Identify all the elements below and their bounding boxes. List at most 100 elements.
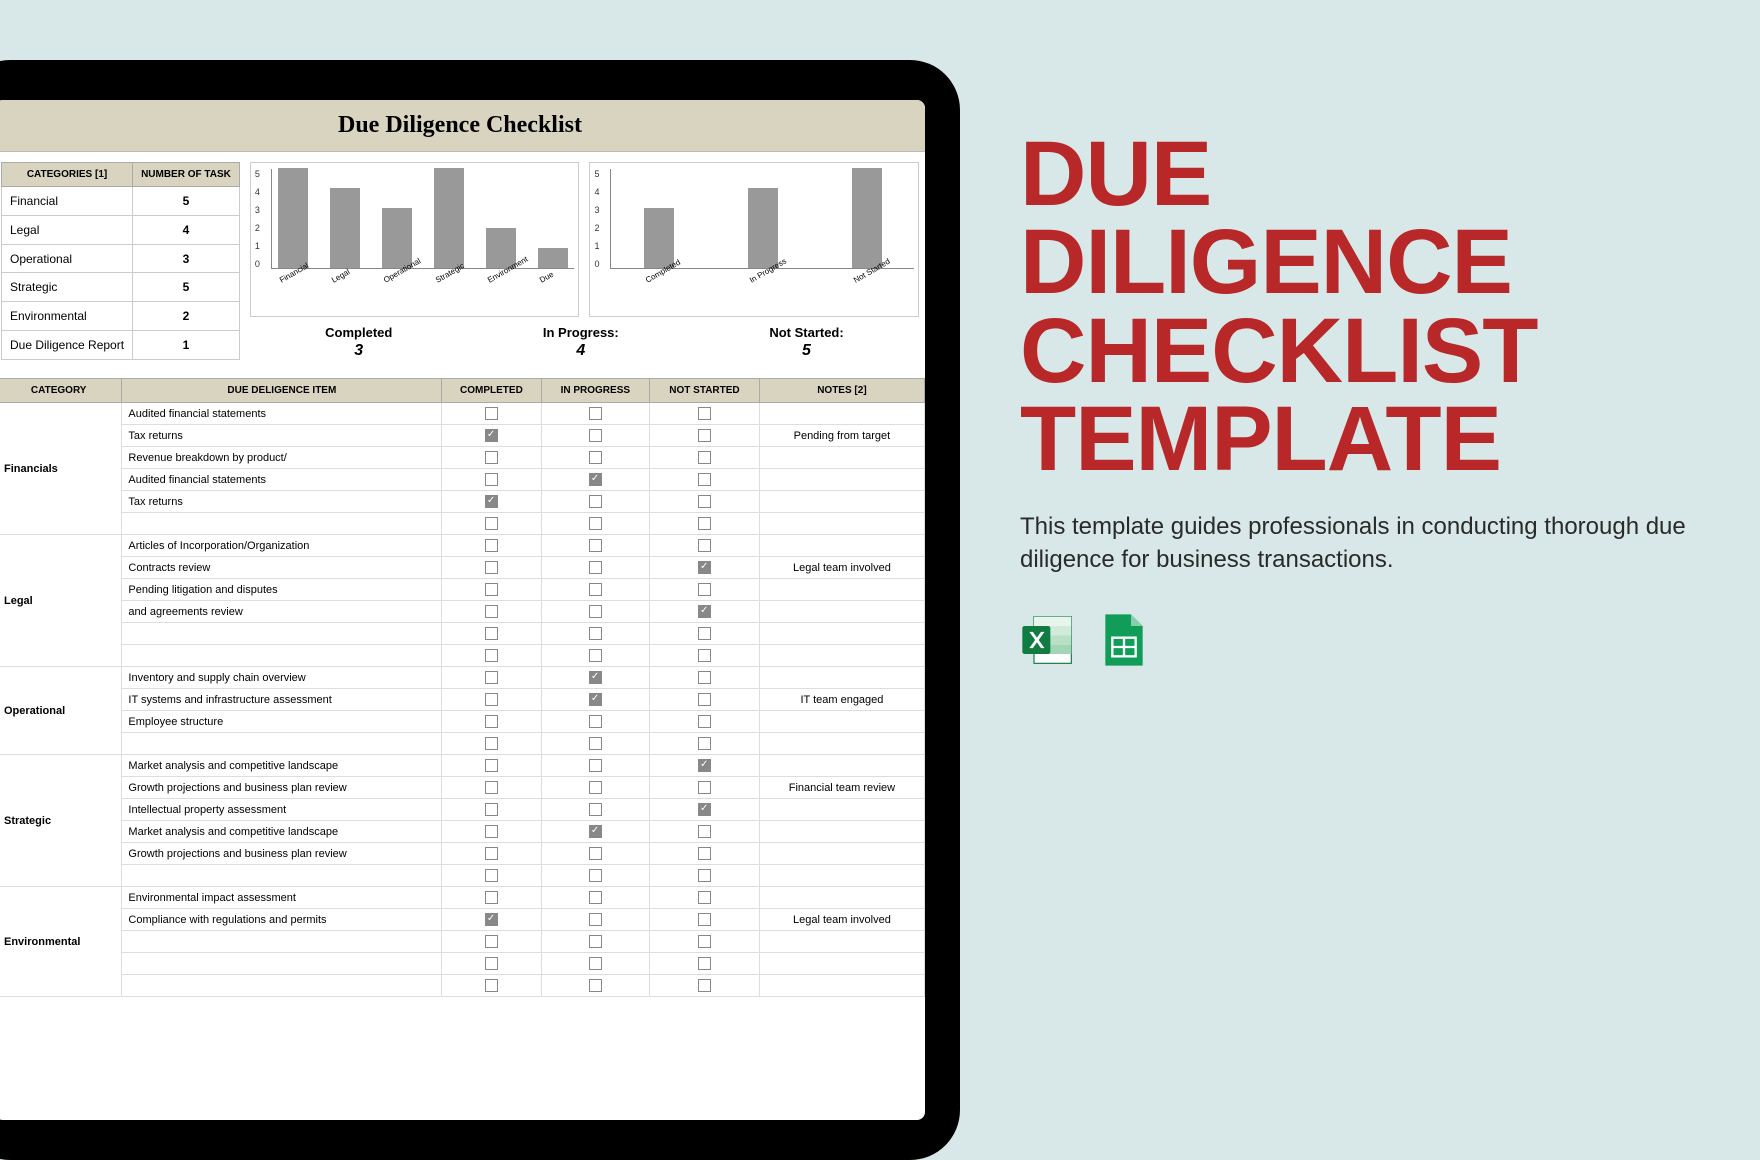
checkbox-cell[interactable] — [650, 425, 760, 447]
checkbox-cell[interactable] — [541, 601, 650, 623]
checkbox[interactable] — [698, 627, 711, 640]
checkbox[interactable] — [485, 891, 498, 904]
checkbox-cell[interactable] — [541, 711, 650, 733]
checkbox[interactable] — [589, 869, 602, 882]
checkbox-cell[interactable] — [541, 491, 650, 513]
checkbox-cell[interactable] — [442, 491, 541, 513]
checkbox[interactable] — [589, 715, 602, 728]
checkbox[interactable] — [698, 957, 711, 970]
checkbox-cell[interactable] — [541, 623, 650, 645]
checkbox[interactable] — [485, 451, 498, 464]
checkbox[interactable] — [698, 671, 711, 684]
checkbox-cell[interactable] — [650, 909, 760, 931]
checkbox-cell[interactable] — [442, 711, 541, 733]
checkbox[interactable] — [485, 561, 498, 574]
checkbox[interactable] — [589, 957, 602, 970]
checkbox-cell[interactable] — [541, 799, 650, 821]
checkbox[interactable] — [485, 495, 498, 508]
checkbox[interactable] — [589, 407, 602, 420]
checkbox[interactable] — [485, 671, 498, 684]
checkbox-cell[interactable] — [442, 931, 541, 953]
checkbox[interactable] — [485, 869, 498, 882]
checkbox-cell[interactable] — [650, 535, 760, 557]
checkbox[interactable] — [485, 605, 498, 618]
checkbox[interactable] — [698, 825, 711, 838]
checkbox[interactable] — [485, 429, 498, 442]
checkbox[interactable] — [698, 649, 711, 662]
checkbox[interactable] — [698, 869, 711, 882]
checkbox-cell[interactable] — [650, 711, 760, 733]
checkbox[interactable] — [485, 759, 498, 772]
checkbox[interactable] — [698, 539, 711, 552]
checkbox-cell[interactable] — [650, 491, 760, 513]
checkbox-cell[interactable] — [541, 667, 650, 689]
checkbox-cell[interactable] — [541, 755, 650, 777]
checkbox[interactable] — [698, 737, 711, 750]
checkbox-cell[interactable] — [650, 513, 760, 535]
checkbox[interactable] — [698, 407, 711, 420]
checkbox-cell[interactable] — [442, 777, 541, 799]
checkbox-cell[interactable] — [650, 975, 760, 997]
checkbox[interactable] — [589, 517, 602, 530]
checkbox-cell[interactable] — [541, 689, 650, 711]
checkbox-cell[interactable] — [650, 799, 760, 821]
checkbox-cell[interactable] — [541, 535, 650, 557]
checkbox[interactable] — [485, 957, 498, 970]
checkbox[interactable] — [485, 517, 498, 530]
checkbox[interactable] — [589, 737, 602, 750]
checkbox-cell[interactable] — [442, 975, 541, 997]
checkbox-cell[interactable] — [541, 513, 650, 535]
checkbox[interactable] — [698, 935, 711, 948]
checkbox[interactable] — [485, 649, 498, 662]
checkbox-cell[interactable] — [442, 667, 541, 689]
checkbox[interactable] — [698, 473, 711, 486]
checkbox[interactable] — [589, 561, 602, 574]
checkbox-cell[interactable] — [442, 909, 541, 931]
checkbox[interactable] — [485, 913, 498, 926]
checkbox-cell[interactable] — [442, 447, 541, 469]
checkbox[interactable] — [485, 935, 498, 948]
checkbox-cell[interactable] — [650, 447, 760, 469]
checkbox[interactable] — [698, 605, 711, 618]
checkbox-cell[interactable] — [541, 447, 650, 469]
checkbox-cell[interactable] — [650, 579, 760, 601]
checkbox-cell[interactable] — [442, 821, 541, 843]
checkbox[interactable] — [698, 517, 711, 530]
checkbox[interactable] — [589, 605, 602, 618]
checkbox-cell[interactable] — [442, 887, 541, 909]
checkbox-cell[interactable] — [650, 689, 760, 711]
checkbox-cell[interactable] — [442, 403, 541, 425]
checkbox[interactable] — [589, 825, 602, 838]
checkbox[interactable] — [485, 473, 498, 486]
checkbox[interactable] — [589, 583, 602, 596]
checkbox[interactable] — [485, 627, 498, 640]
checkbox-cell[interactable] — [650, 667, 760, 689]
checkbox-cell[interactable] — [442, 425, 541, 447]
checkbox[interactable] — [698, 561, 711, 574]
checkbox[interactable] — [485, 583, 498, 596]
checkbox[interactable] — [698, 979, 711, 992]
checkbox[interactable] — [485, 737, 498, 750]
checkbox-cell[interactable] — [541, 865, 650, 887]
checkbox[interactable] — [589, 429, 602, 442]
checkbox[interactable] — [485, 803, 498, 816]
checkbox-cell[interactable] — [650, 843, 760, 865]
checkbox-cell[interactable] — [541, 953, 650, 975]
checkbox-cell[interactable] — [650, 557, 760, 579]
checkbox-cell[interactable] — [442, 579, 541, 601]
checkbox[interactable] — [698, 715, 711, 728]
checkbox-cell[interactable] — [650, 623, 760, 645]
checkbox-cell[interactable] — [442, 843, 541, 865]
checkbox-cell[interactable] — [541, 645, 650, 667]
checkbox-cell[interactable] — [442, 623, 541, 645]
checkbox-cell[interactable] — [650, 777, 760, 799]
checkbox-cell[interactable] — [541, 821, 650, 843]
checkbox-cell[interactable] — [442, 513, 541, 535]
checkbox[interactable] — [589, 671, 602, 684]
checkbox[interactable] — [698, 759, 711, 772]
checkbox[interactable] — [485, 715, 498, 728]
checkbox-cell[interactable] — [442, 799, 541, 821]
checkbox-cell[interactable] — [442, 645, 541, 667]
checkbox-cell[interactable] — [541, 557, 650, 579]
checkbox[interactable] — [698, 847, 711, 860]
